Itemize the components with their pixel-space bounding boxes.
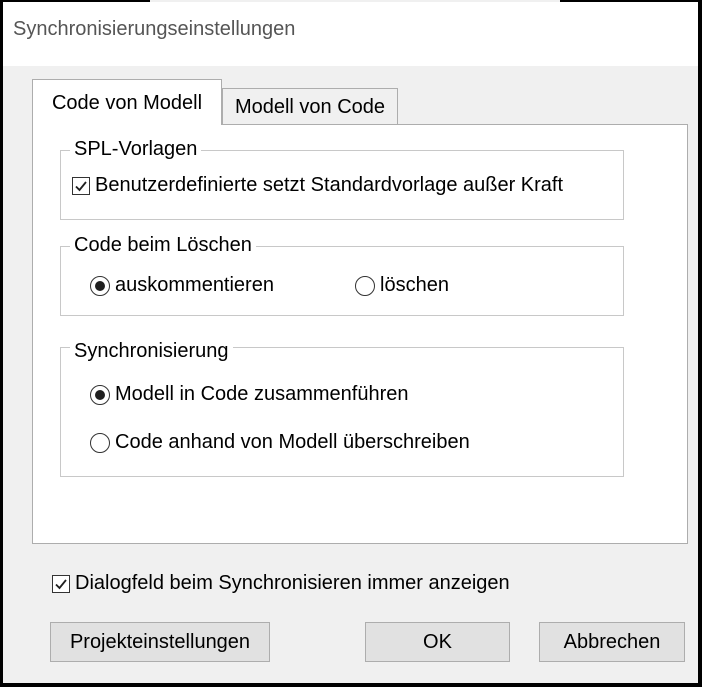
radio-selected-icon — [90, 384, 110, 405]
radio-comment-out-label: auskommentieren — [115, 274, 274, 296]
ok-button[interactable]: OK — [365, 622, 510, 662]
radio-selected-icon — [90, 275, 110, 296]
window-frame-bottom — [0, 683, 702, 687]
always-show-dialog-label: Dialogfeld beim Synchronisieren immer an… — [75, 572, 510, 594]
synchronization-group — [60, 347, 624, 477]
tab-code-von-modell[interactable]: Code von Modell — [32, 79, 222, 125]
radio-merge-label: Modell in Code zusammenführen — [115, 383, 409, 405]
radio-overwrite-code-from-model[interactable]: Code anhand von Modell überschreiben — [90, 431, 470, 454]
checkbox-checked-icon — [72, 176, 90, 195]
custom-overrides-default-checkbox[interactable]: Benutzerdefinierte setzt Standardvorlage… — [72, 174, 563, 197]
project-settings-button[interactable]: Projekteinstellungen — [50, 622, 270, 662]
code-on-delete-legend: Code beim Löschen — [70, 234, 256, 257]
radio-delete[interactable]: löschen — [355, 274, 449, 297]
cancel-button[interactable]: Abbrechen — [539, 622, 685, 662]
checkbox-checked-icon — [52, 574, 70, 593]
radio-overwrite-label: Code anhand von Modell überschreiben — [115, 431, 470, 453]
radio-unselected-icon — [90, 432, 110, 453]
window-frame-right — [698, 0, 702, 687]
tab-modell-von-code[interactable]: Modell von Code — [222, 88, 398, 124]
window-frame-left — [0, 0, 3, 687]
custom-overrides-default-label: Benutzerdefinierte setzt Standardvorlage… — [95, 174, 564, 196]
radio-merge-model-into-code[interactable]: Modell in Code zusammenführen — [90, 383, 409, 406]
spl-templates-legend: SPL-Vorlagen — [70, 138, 202, 161]
synchronization-legend: Synchronisierung — [70, 340, 233, 363]
window-title: Synchronisierungseinstellungen — [13, 18, 296, 40]
radio-comment-out[interactable]: auskommentieren — [90, 274, 274, 297]
radio-delete-label: löschen — [380, 274, 449, 296]
title-bar[interactable]: Synchronisierungseinstellungen — [3, 2, 698, 66]
always-show-dialog-checkbox[interactable]: Dialogfeld beim Synchronisieren immer an… — [52, 572, 510, 595]
radio-unselected-icon — [355, 275, 375, 296]
